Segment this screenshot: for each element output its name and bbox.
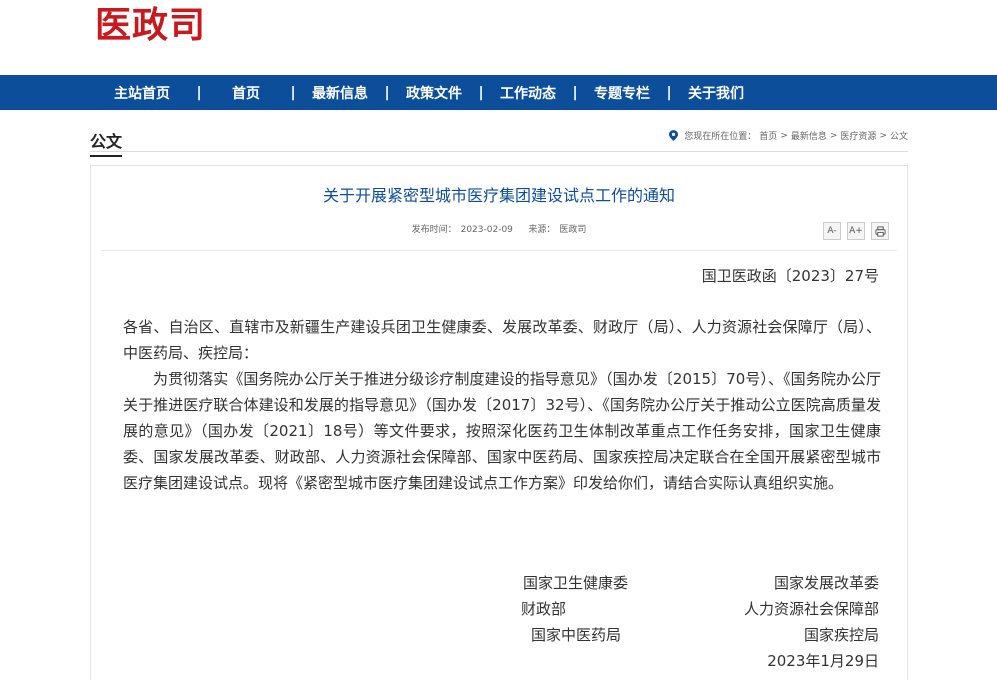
breadcrumb: 您现在所在位置： 首页 > 最新信息 > 医疗资源 > 公文 (669, 129, 908, 142)
sub-header: 公文 您现在所在位置： 首页 > 最新信息 > 医疗资源 > 公文 (90, 124, 908, 157)
breadcrumb-latest[interactable]: 最新信息 (791, 129, 827, 142)
publish-label: 发布时间： (411, 225, 457, 235)
print-button[interactable] (871, 222, 889, 240)
body-paragraph: 为贯彻落实《国务院办公厅关于推进分级诊疗制度建设的指导意见》（国办发〔2015〕… (123, 370, 881, 492)
print-icon (874, 225, 886, 237)
nav-separator: | (290, 84, 296, 101)
signature-mof: 财政部 (521, 600, 567, 618)
signature-ndrc: 国家发展改革委 (773, 574, 879, 592)
nav-separator: | (196, 84, 202, 101)
nav-separator: | (572, 84, 578, 101)
site-logo[interactable]: 医政司 (95, 5, 206, 45)
source-label: 来源： (528, 225, 556, 235)
signature-natcm: 国家中医药局 (531, 626, 622, 644)
font-larger-button[interactable]: A+ (847, 222, 865, 240)
article-tools: A- A+ (823, 222, 889, 240)
nav-separator: | (478, 84, 484, 101)
nav-separator: | (384, 84, 390, 101)
breadcrumb-prefix: 您现在所在位置： (684, 132, 757, 142)
breadcrumb-home[interactable]: 首页 (759, 129, 777, 142)
nav-item-work[interactable]: 工作动态 (488, 83, 568, 103)
nav-item-policy[interactable]: 政策文件 (394, 83, 474, 103)
breadcrumb-separator: > (879, 130, 887, 141)
nav-separator: | (666, 84, 672, 101)
article-title: 关于开展紧密型城市医疗集团建设试点工作的通知 (322, 186, 675, 205)
signature-date: 2023年1月29日 (767, 652, 879, 670)
signature-ndcpa: 国家疾控局 (803, 626, 879, 644)
nav-item-main-home[interactable]: 主站首页 (92, 83, 192, 103)
nav-item-about[interactable]: 关于我们 (676, 83, 756, 103)
breadcrumb-separator: > (829, 130, 838, 141)
publish-date: 2023-02-09 (460, 225, 513, 235)
main-nav: 主站首页 | 首页 | 最新信息 | 政策文件 | 工作动态 | 专题专栏 | 关于我们 (0, 75, 997, 110)
signature-nhc: 国家卫生健康委 (523, 574, 629, 592)
font-smaller-button[interactable]: A- (823, 222, 841, 240)
article-meta: 发布时间： 2023-02-09 来源： 医政司 (91, 222, 907, 235)
article-panel: 关于开展紧密型城市医疗集团建设试点工作的通知 发布时间： 2023-02-09 来… (90, 165, 908, 680)
nav-list: 主站首页 | 首页 | 最新信息 | 政策文件 | 工作动态 | 专题专栏 | 关于我们 (0, 75, 997, 110)
header-divider (101, 250, 897, 251)
source-value: 医政司 (559, 225, 587, 235)
location-pin-icon (669, 130, 679, 141)
breadcrumb-current: 公文 (889, 132, 908, 142)
article-body: 各省、自治区、直辖市及新疆生产建设兵团卫生健康委、发展改革委、财政厅（局）、人力… (123, 314, 881, 496)
signature-mohrss: 人力资源社会保障部 (743, 600, 879, 618)
breadcrumb-resources[interactable]: 医疗资源 (840, 129, 876, 142)
breadcrumb-separator: > (780, 130, 788, 141)
nav-item-latest[interactable]: 最新信息 (300, 83, 380, 103)
nav-item-special[interactable]: 专题专栏 (582, 83, 662, 103)
salutation: 各省、自治区、直辖市及新疆生产建设兵团卫生健康委、发展改革委、财政厅（局）、人力… (123, 318, 881, 362)
nav-item-home[interactable]: 首页 (206, 83, 286, 103)
section-title: 公文 (90, 128, 123, 157)
document-number: 国卫医政函〔2023〕27号 (701, 267, 879, 285)
